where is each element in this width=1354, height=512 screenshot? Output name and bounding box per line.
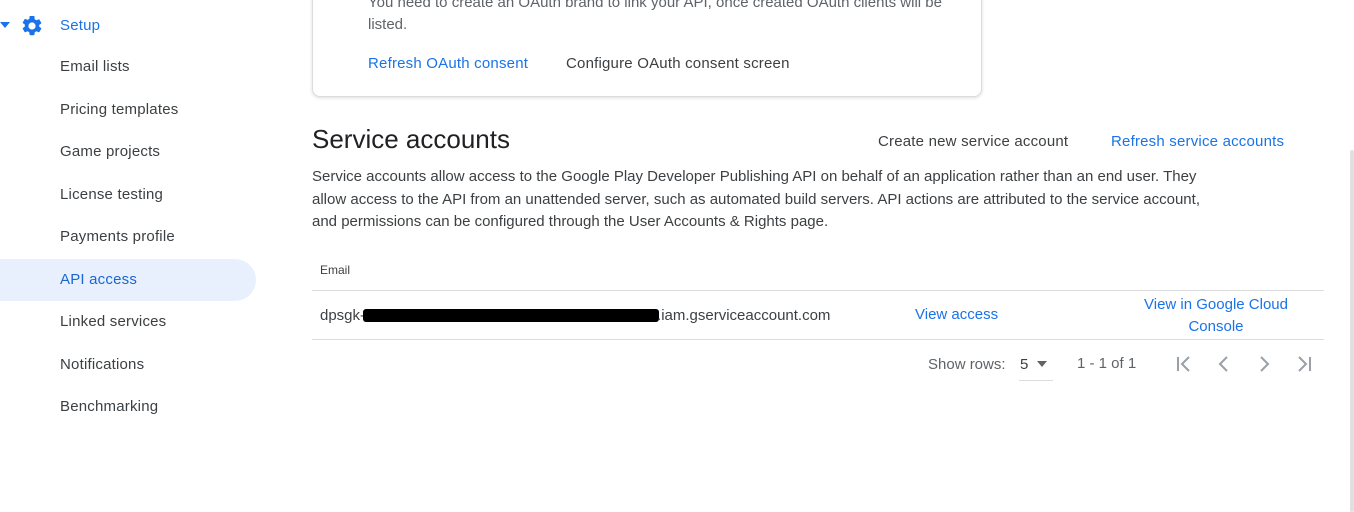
sidebar-item-label: Game projects [60,143,161,160]
table-header: Email [312,256,1324,291]
caret-down-icon[interactable] [0,21,10,29]
sidebar-setup-label: Setup [60,17,101,34]
sidebar-item-license-testing[interactable]: License testing [0,174,256,216]
service-accounts-description: Service accounts allow access to the Goo… [312,168,1200,230]
sidebar-item-label: API access [60,271,138,288]
rows-per-page-value: 5 [1020,356,1029,373]
sidebar-item-benchmarking[interactable]: Benchmarking [0,386,256,428]
sidebar-item-label: Linked services [60,313,167,330]
rows-per-page-select[interactable]: 5 [1019,350,1053,381]
gear-icon [22,15,42,36]
pagination: Show rows: 5 1 - 1 of 1 [312,340,1324,386]
sidebar-item-notifications[interactable]: Notifications [0,344,256,386]
vertical-scrollbar[interactable] [1350,150,1354,512]
sidebar-item-email-lists[interactable]: Email lists [0,46,256,88]
refresh-service-accounts-button[interactable]: Refresh service accounts [1111,133,1284,150]
email-prefix: dpsgk- [320,307,366,324]
last-page-icon[interactable] [1292,352,1316,376]
caret-down-icon [1037,361,1047,367]
column-header-email: Email [320,263,351,277]
service-account-email: dpsgk- .iam.gserviceaccount.com [320,307,830,324]
first-page-icon[interactable] [1172,352,1196,376]
prev-page-icon[interactable] [1212,352,1236,376]
view-access-link[interactable]: View access [915,306,998,323]
sidebar-item-linked-services[interactable]: Linked services [0,301,256,343]
sidebar-section-setup[interactable]: Setup [0,8,262,44]
sidebar-item-label: Email lists [60,58,130,75]
oauth-description: You need to create an OAuth brand to lin… [368,0,942,33]
table-row: dpsgk- .iam.gserviceaccount.com View acce… [312,290,1324,340]
configure-oauth-consent-button[interactable]: Configure OAuth consent screen [566,55,790,72]
sidebar-item-label: Benchmarking [60,398,159,415]
refresh-oauth-consent-button[interactable]: Refresh OAuth consent [368,55,528,72]
sidebar-item-api-access[interactable]: API access [0,259,256,301]
next-page-icon[interactable] [1252,352,1276,376]
redaction-mark [363,309,660,322]
pagination-range: 1 - 1 of 1 [1077,355,1137,372]
sidebar-item-label: Payments profile [60,228,175,245]
sidebar-item-label: License testing [60,186,164,203]
sidebar-item-game-projects[interactable]: Game projects [0,131,256,173]
show-rows-label: Show rows: [928,356,1006,373]
email-suffix: .iam.gserviceaccount.com [657,307,831,324]
create-service-account-button[interactable]: Create new service account [878,133,1068,150]
view-in-cloud-console-link[interactable]: View in Google Cloud Console [1126,294,1306,338]
sidebar-item-pricing-templates[interactable]: Pricing templates [0,89,256,131]
sidebar: Setup Email lists Pricing templates Game… [0,0,262,512]
oauth-card: You need to create an OAuth brand to lin… [312,0,982,97]
service-accounts-title: Service accounts [312,124,510,154]
sidebar-item-label: Pricing templates [60,101,179,118]
sidebar-item-label: Notifications [60,356,145,373]
sidebar-item-payments-profile[interactable]: Payments profile [0,216,256,258]
